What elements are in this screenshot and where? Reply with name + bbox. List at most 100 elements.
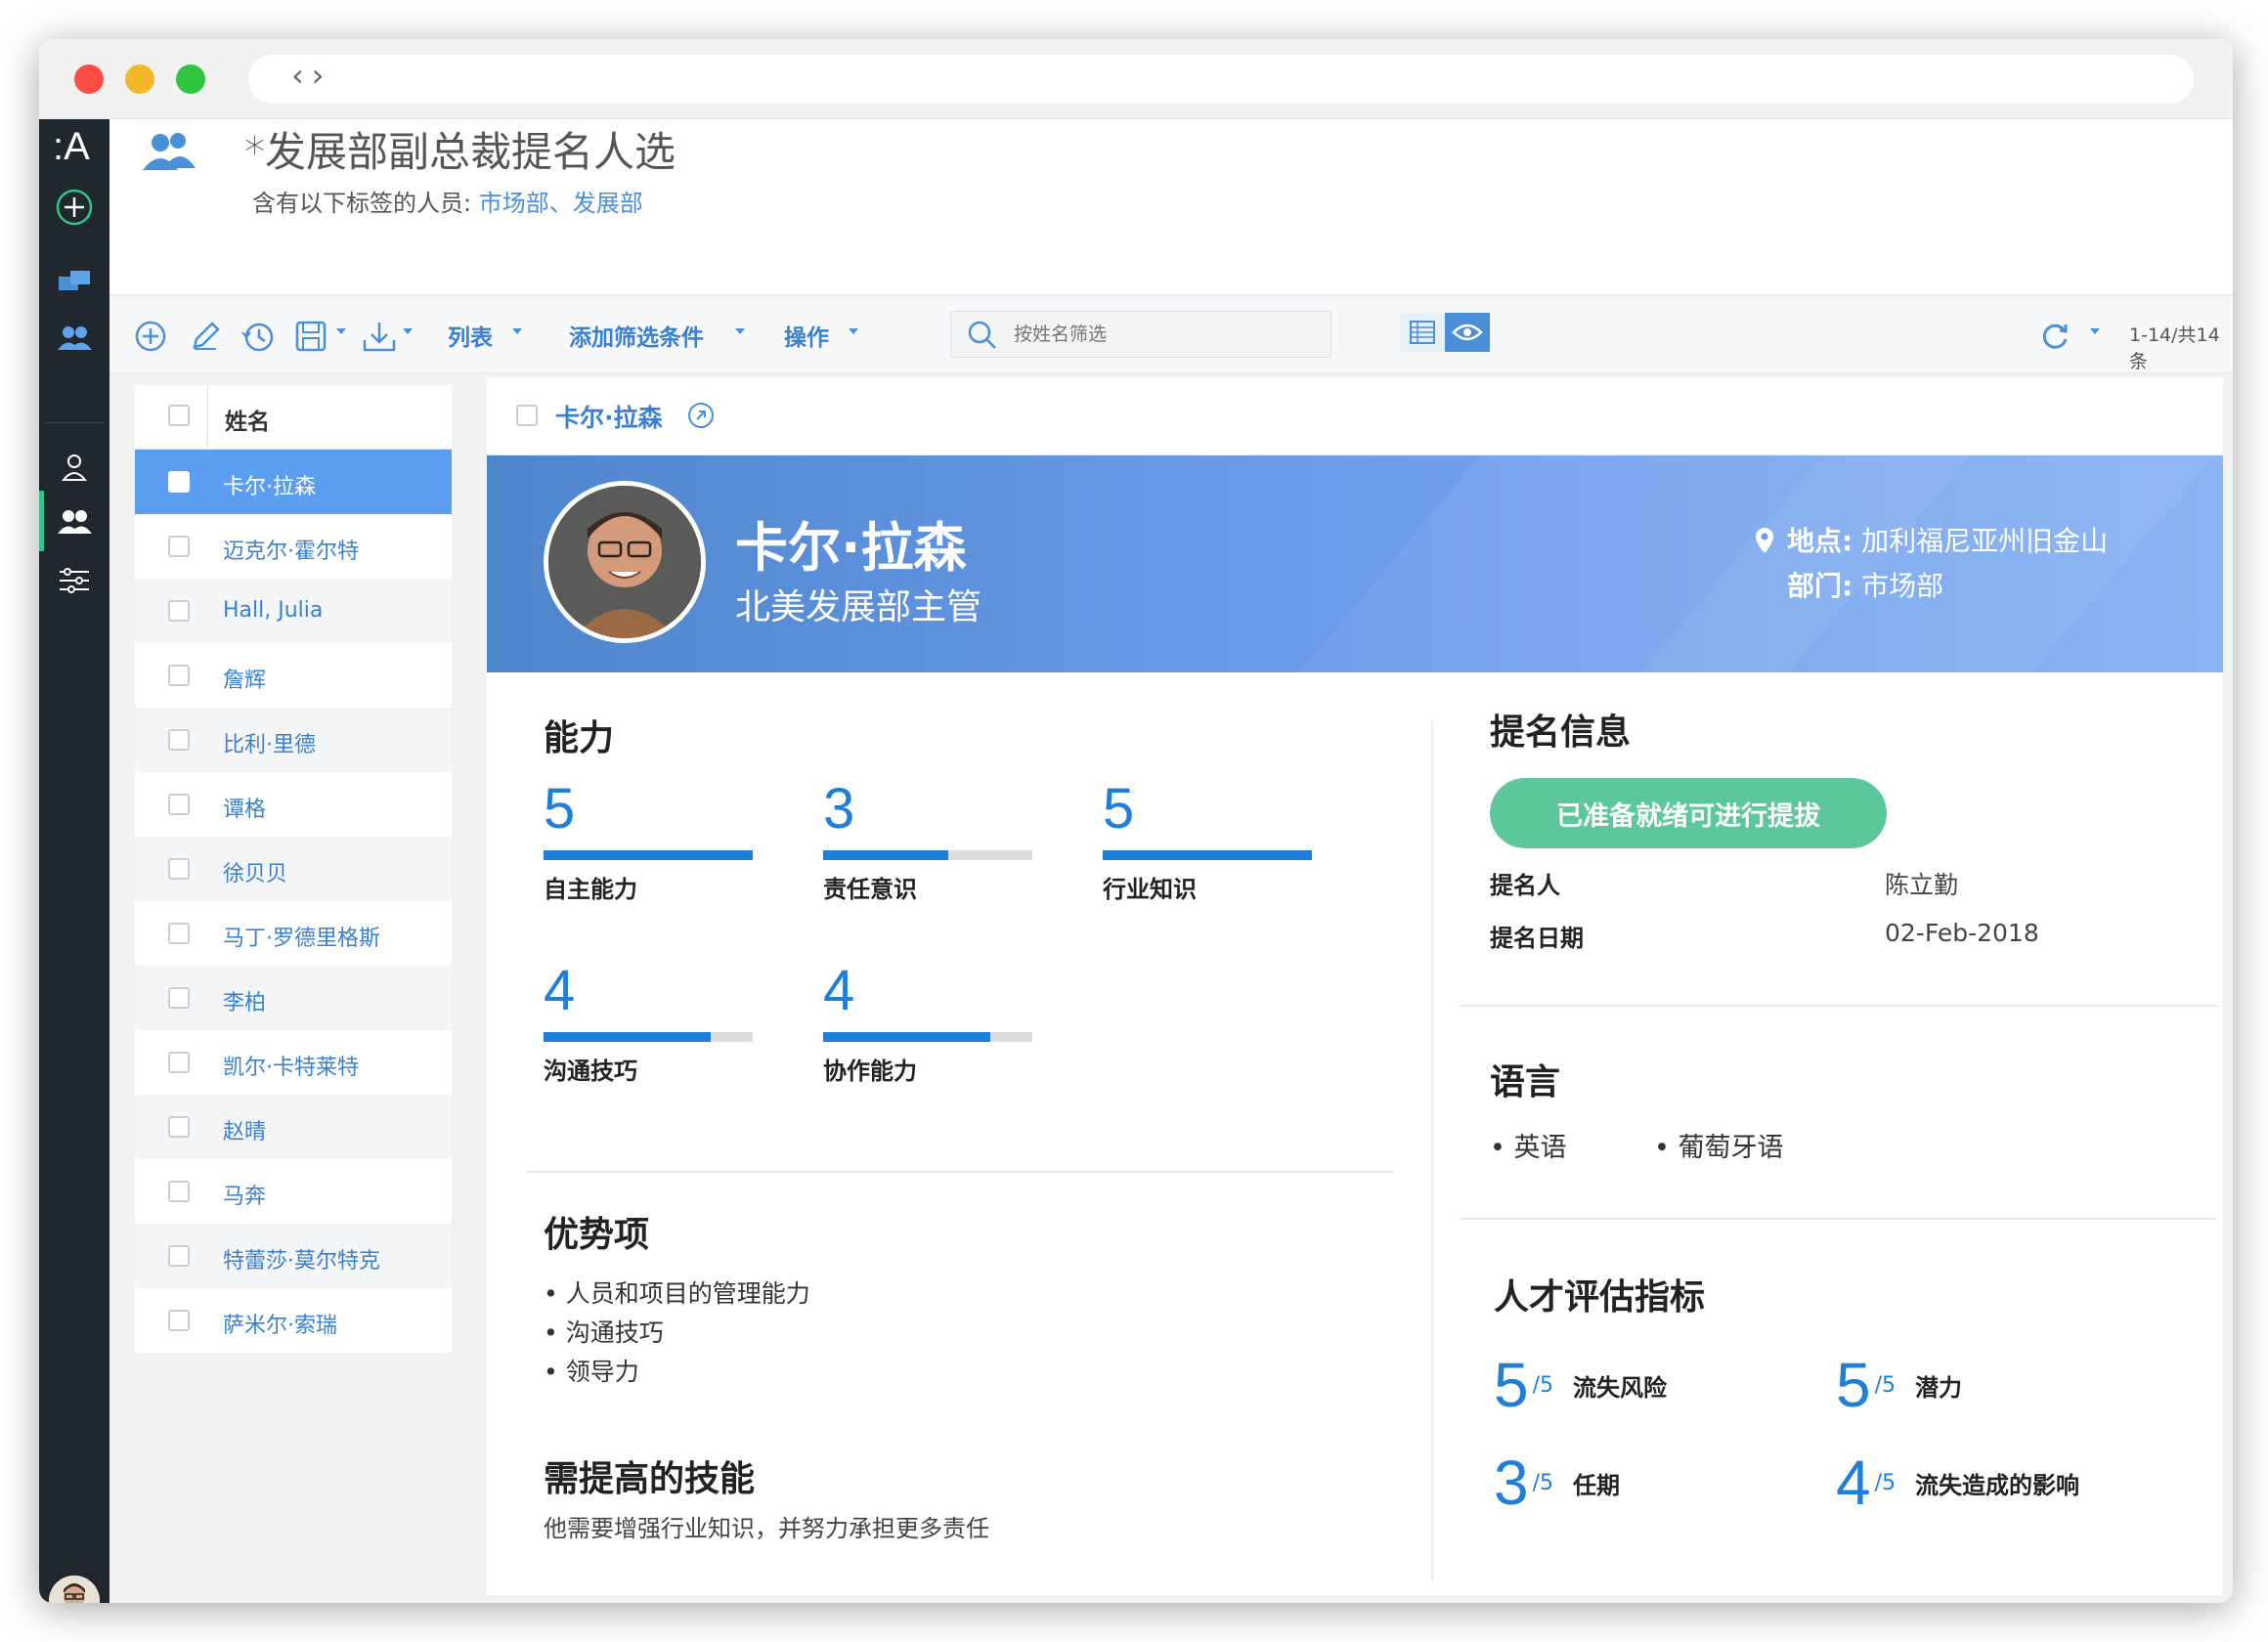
team-icon[interactable] <box>39 311 109 366</box>
row-checkbox[interactable] <box>168 1052 190 1073</box>
row-checkbox[interactable] <box>168 923 190 944</box>
address-bar[interactable] <box>248 55 2194 104</box>
talent-score: 4 <box>1836 1448 1871 1518</box>
list-item[interactable]: 比利·里德 <box>135 708 452 772</box>
person-name-link[interactable]: 卡尔·拉森 <box>555 399 663 434</box>
list-item[interactable]: 迈克尔·霍尔特 <box>135 514 452 579</box>
section-divider <box>1461 1218 2217 1220</box>
list-caret-icon[interactable] <box>512 328 522 334</box>
list-item[interactable]: 詹辉 <box>135 643 452 708</box>
add-filter-menu[interactable]: 添加筛选条件 <box>569 319 704 352</box>
person-name[interactable]: 比利·里德 <box>223 727 316 758</box>
refresh-icon[interactable] <box>2035 317 2074 356</box>
person-name[interactable]: 李柏 <box>223 985 266 1016</box>
people-group-icon[interactable] <box>39 495 109 549</box>
edit-pencil-icon[interactable] <box>186 317 225 356</box>
list-item[interactable]: 马奔 <box>135 1159 452 1224</box>
row-checkbox[interactable] <box>168 987 190 1009</box>
talent-metric: 4/5 流失造成的影响 <box>1836 1447 2079 1519</box>
sliders-icon[interactable] <box>39 553 109 608</box>
select-all-checkbox[interactable] <box>168 405 190 426</box>
person-name[interactable]: 徐贝贝 <box>223 856 287 887</box>
row-checkbox[interactable] <box>168 729 190 751</box>
back-forward-icon[interactable]: ‹› <box>291 57 332 94</box>
person-name[interactable]: 特蕾莎·莫尔特克 <box>223 1243 380 1275</box>
department-value: 市场部 <box>1861 570 1944 602</box>
actions-caret-icon[interactable] <box>849 328 858 334</box>
save-icon[interactable] <box>291 317 330 356</box>
list-item[interactable]: 马丁·罗德里格斯 <box>135 901 452 966</box>
row-checkbox[interactable] <box>168 1181 190 1202</box>
ability-bar-fill <box>544 1032 712 1042</box>
person-name[interactable]: 迈克尔·霍尔特 <box>223 534 359 565</box>
profile-job-title: 北美发展部主管 <box>735 587 982 627</box>
add-icon[interactable] <box>131 317 170 356</box>
improve-title: 需提高的技能 <box>544 1459 756 1499</box>
list-item[interactable]: Hall, Julia <box>135 579 452 643</box>
list-view-menu[interactable]: 列表 <box>448 319 493 352</box>
person-name[interactable]: 卡尔·拉森 <box>223 469 316 500</box>
ability-label: 协作能力 <box>823 1058 917 1085</box>
list-item[interactable]: 特蕾莎·莫尔特克 <box>135 1224 452 1288</box>
folders-icon[interactable] <box>39 254 109 309</box>
person-name[interactable]: 谭格 <box>223 792 266 823</box>
group-icon <box>139 129 197 178</box>
card-view-button[interactable] <box>1445 313 1490 352</box>
header-divider <box>207 385 208 450</box>
list-item[interactable]: 徐贝贝 <box>135 837 452 901</box>
add-circle-icon[interactable] <box>39 180 109 235</box>
person-name[interactable]: 詹辉 <box>223 663 266 694</box>
list-item[interactable]: 萨米尔·索瑞 <box>135 1288 452 1353</box>
person-name[interactable]: 马奔 <box>223 1179 266 1210</box>
download-icon[interactable] <box>360 317 399 356</box>
detail-checkbox[interactable] <box>516 405 538 426</box>
download-caret-icon[interactable] <box>403 328 413 334</box>
row-checkbox[interactable] <box>168 794 190 815</box>
actions-menu[interactable]: 操作 <box>784 319 829 352</box>
save-caret-icon[interactable] <box>336 328 346 334</box>
table-view-button[interactable] <box>1400 313 1445 352</box>
strength-item: 沟通技巧 <box>544 1314 810 1353</box>
tag-links[interactable]: 市场部、发展部 <box>479 190 643 217</box>
row-checkbox[interactable] <box>168 471 190 493</box>
person-icon[interactable] <box>39 440 109 495</box>
name-search-box[interactable] <box>950 311 1331 358</box>
row-checkbox[interactable] <box>168 536 190 557</box>
person-name[interactable]: 萨米尔·索瑞 <box>223 1308 337 1339</box>
abilities-title: 能力 <box>544 718 615 758</box>
ability-bar-fill <box>823 1032 991 1042</box>
language-item: 英语 <box>1490 1126 1567 1164</box>
person-name[interactable]: Hall, Julia <box>223 598 323 623</box>
filter-caret-icon[interactable] <box>735 328 745 334</box>
row-checkbox[interactable] <box>168 1310 190 1331</box>
list-item[interactable]: 卡尔·拉森 <box>135 450 452 514</box>
list-item[interactable]: 赵晴 <box>135 1095 452 1159</box>
maximize-window-button[interactable] <box>176 65 205 94</box>
row-checkbox[interactable] <box>168 665 190 686</box>
open-external-icon[interactable] <box>686 401 716 430</box>
refresh-caret-icon[interactable] <box>2090 328 2100 334</box>
talent-label: 潜力 <box>1915 1373 1963 1402</box>
talent-max: /5 <box>1874 1372 1897 1398</box>
list-item[interactable]: 凯尔·卡特莱特 <box>135 1030 452 1095</box>
close-window-button[interactable] <box>74 65 104 94</box>
talent-metric: 5/5 潜力 <box>1836 1349 1962 1421</box>
department-label: 部门: <box>1787 570 1854 602</box>
row-checkbox[interactable] <box>168 1245 190 1267</box>
minimize-window-button[interactable] <box>125 65 154 94</box>
person-name[interactable]: 赵晴 <box>223 1114 266 1145</box>
ready-for-promotion-button[interactable]: 已准备就绪可进行提拔 <box>1490 778 1887 848</box>
toolbar: 列表 添加筛选条件 操作 1-14/共14条 <box>109 297 2233 373</box>
user-avatar[interactable] <box>49 1576 100 1603</box>
list-item[interactable]: 李柏 <box>135 966 452 1030</box>
name-column-header[interactable]: 姓名 <box>225 403 270 436</box>
row-checkbox[interactable] <box>168 1116 190 1138</box>
history-clock-icon[interactable] <box>239 317 278 356</box>
list-item[interactable]: 谭格 <box>135 772 452 837</box>
person-name[interactable]: 马丁·罗德里格斯 <box>223 921 380 952</box>
row-checkbox[interactable] <box>168 600 190 622</box>
row-checkbox[interactable] <box>168 858 190 880</box>
column-divider <box>1431 721 1433 1581</box>
search-input[interactable] <box>1014 318 1307 351</box>
person-name[interactable]: 凯尔·卡特莱特 <box>223 1050 359 1081</box>
